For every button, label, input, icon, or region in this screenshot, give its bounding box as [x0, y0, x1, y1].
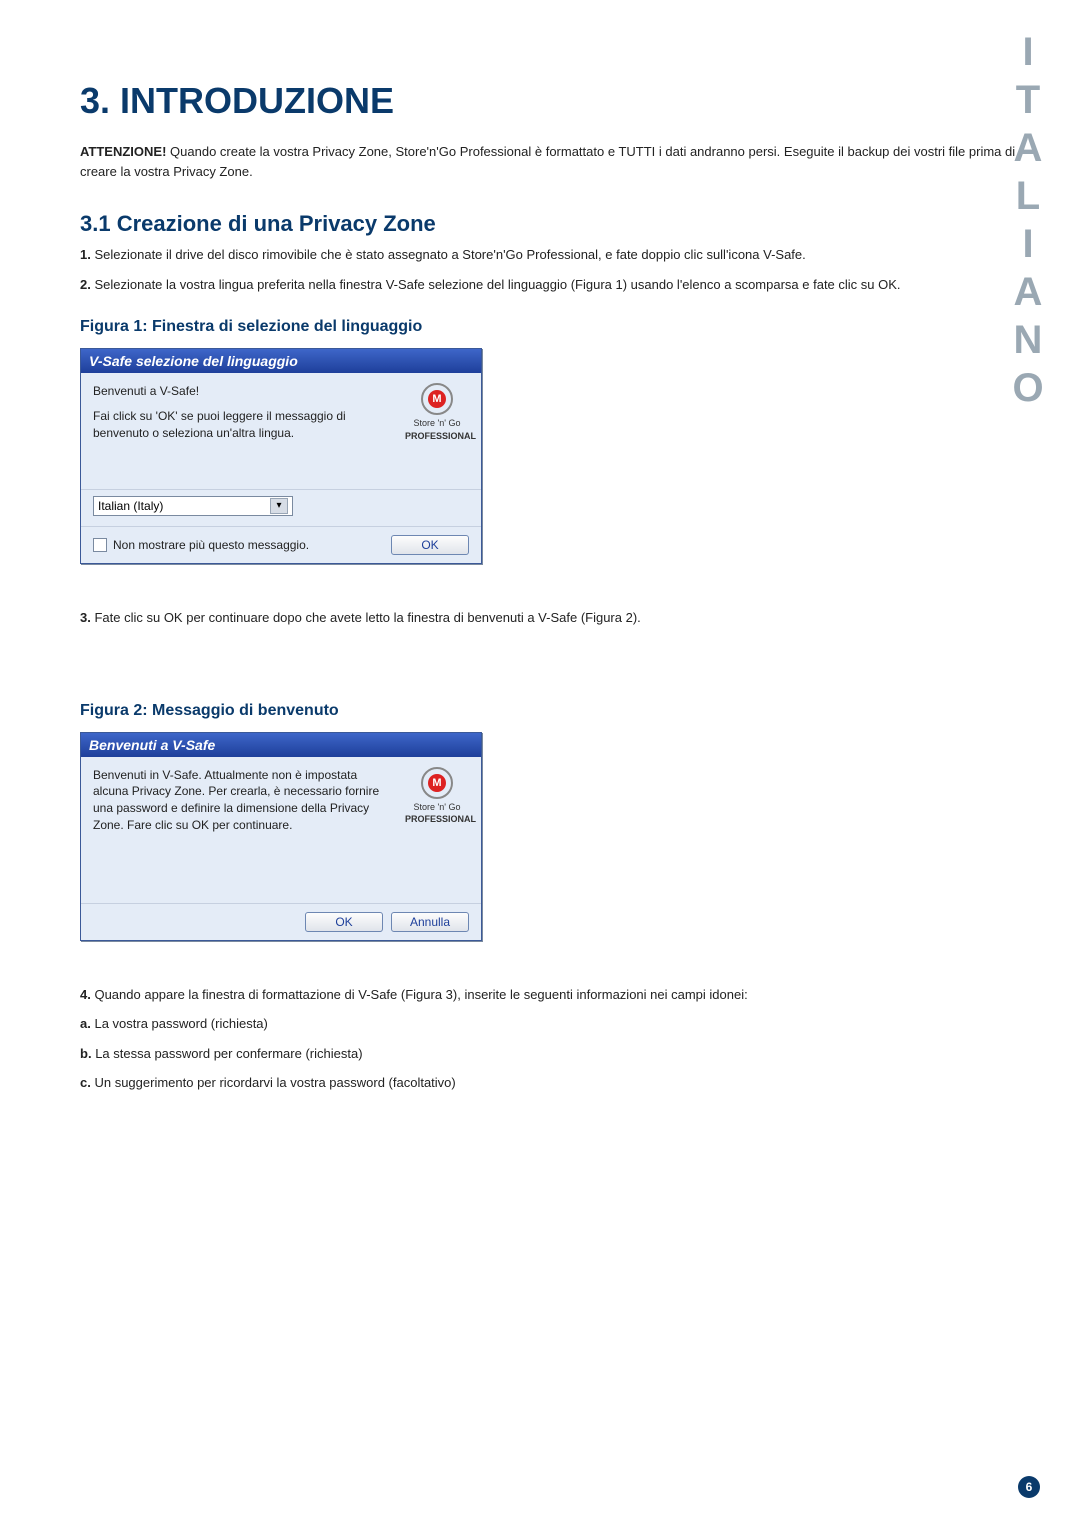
- warning-text: Quando create la vostra Privacy Zone, St…: [80, 144, 1015, 179]
- step-1-text: Selezionate il drive del disco rimovibil…: [94, 247, 805, 262]
- side-language-label: ITALIANO: [1005, 30, 1050, 414]
- store-n-go-logo-2: M Store 'n' Go PROFESSIONAL: [405, 767, 469, 897]
- page-title: 3. INTRODUZIONE: [80, 80, 1020, 122]
- cancel-button[interactable]: Annulla: [391, 912, 469, 932]
- step-2-number: 2.: [80, 277, 91, 292]
- logo-text-top-2: Store 'n' Go: [405, 801, 469, 814]
- step-4a-number: a.: [80, 1016, 91, 1031]
- step-4b: b. La stessa password per confermare (ri…: [80, 1044, 1020, 1064]
- step-4c: c. Un suggerimento per ricordarvi la vos…: [80, 1073, 1020, 1093]
- step-2-text: Selezionate la vostra lingua preferita n…: [94, 277, 900, 292]
- language-select[interactable]: Italian (Italy) ▾: [93, 496, 293, 516]
- logo-letter-2: M: [428, 774, 446, 792]
- ok-button-2[interactable]: OK: [305, 912, 383, 932]
- checkbox-icon[interactable]: [93, 538, 107, 552]
- chevron-down-icon[interactable]: ▾: [270, 498, 288, 514]
- step-4-number: 4.: [80, 987, 91, 1002]
- step-4c-number: c.: [80, 1075, 91, 1090]
- step-3: 3. Fate clic su OK per continuare dopo c…: [80, 608, 1020, 628]
- warning-label: ATTENZIONE!: [80, 144, 166, 159]
- step-3-number: 3.: [80, 610, 91, 625]
- dialog1-instruction: Fai click su 'OK' se puoi leggere il mes…: [93, 408, 395, 442]
- dialog-welcome: Benvenuti a V-Safe Benvenuti in V-Safe. …: [80, 732, 482, 941]
- step-4a: a. La vostra password (richiesta): [80, 1014, 1020, 1034]
- logo-letter: M: [428, 390, 446, 408]
- step-4-text: Quando appare la finestra di formattazio…: [94, 987, 747, 1002]
- logo-text-bottom: PROFESSIONAL: [405, 430, 469, 443]
- step-4: 4. Quando appare la finestra di formatta…: [80, 985, 1020, 1005]
- dialog1-titlebar: V-Safe selezione del linguaggio: [81, 349, 481, 373]
- logo-circle-icon: M: [421, 383, 453, 415]
- step-1: 1. Selezionate il drive del disco rimovi…: [80, 245, 1020, 265]
- language-select-value: Italian (Italy): [98, 499, 163, 513]
- step-3-text: Fate clic su OK per continuare dopo che …: [94, 610, 640, 625]
- dont-show-checkbox[interactable]: Non mostrare più questo messaggio.: [93, 538, 309, 552]
- logo-circle-icon-2: M: [421, 767, 453, 799]
- step-4b-text: La stessa password per confermare (richi…: [95, 1046, 362, 1061]
- dialog2-titlebar: Benvenuti a V-Safe: [81, 733, 481, 757]
- dialog-language-selection: V-Safe selezione del linguaggio Benvenut…: [80, 348, 482, 564]
- logo-text-top: Store 'n' Go: [405, 417, 469, 430]
- step-2: 2. Selezionate la vostra lingua preferit…: [80, 275, 1020, 295]
- dialog1-welcome-line: Benvenuti a V-Safe!: [93, 383, 395, 400]
- warning-paragraph: ATTENZIONE! Quando create la vostra Priv…: [80, 142, 1020, 181]
- dont-show-label: Non mostrare più questo messaggio.: [113, 538, 309, 552]
- step-4c-text: Un suggerimento per ricordarvi la vostra…: [94, 1075, 455, 1090]
- step-4a-text: La vostra password (richiesta): [94, 1016, 267, 1031]
- step-1-number: 1.: [80, 247, 91, 262]
- page-number-badge: 6: [1018, 1476, 1040, 1498]
- section-title: 3.1 Creazione di una Privacy Zone: [80, 211, 1020, 237]
- ok-button[interactable]: OK: [391, 535, 469, 555]
- store-n-go-logo: M Store 'n' Go PROFESSIONAL: [405, 383, 469, 483]
- figure-2-caption: Figura 2: Messaggio di benvenuto: [80, 702, 1020, 720]
- figure-1-caption: Figura 1: Finestra di selezione del ling…: [80, 318, 1020, 336]
- dialog2-body-text: Benvenuti in V-Safe. Attualmente non è i…: [93, 767, 395, 897]
- logo-text-bottom-2: PROFESSIONAL: [405, 813, 469, 826]
- step-4b-number: b.: [80, 1046, 92, 1061]
